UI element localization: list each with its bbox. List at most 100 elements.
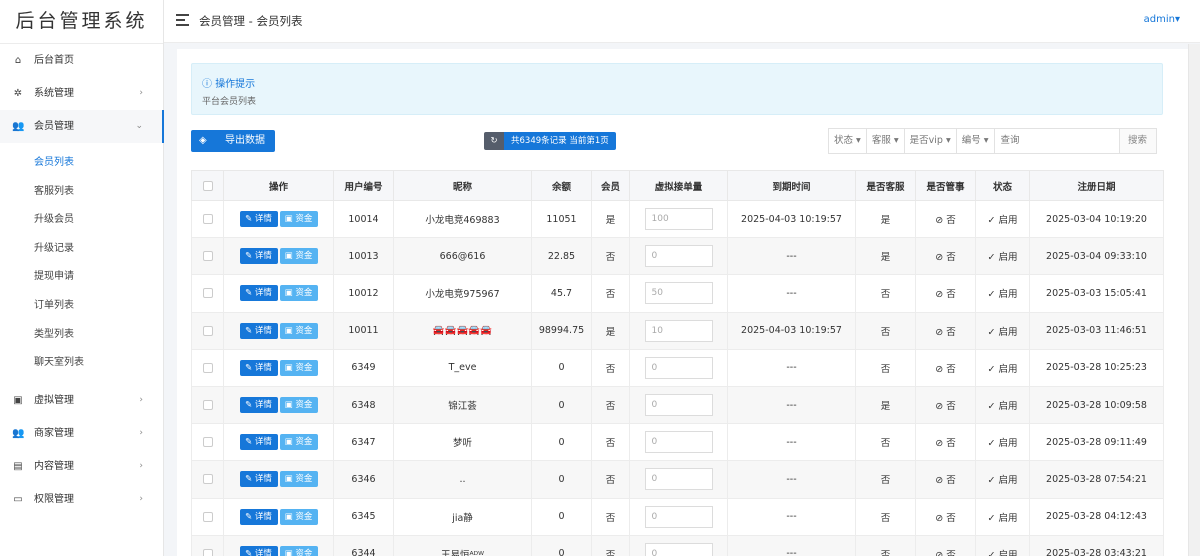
- service-flag[interactable]: 是: [855, 199, 916, 239]
- manager-toggle[interactable]: ⊘ 否: [915, 274, 976, 313]
- fund-button[interactable]: ▣ 资金: [279, 211, 318, 228]
- balance-link[interactable]: 22.85: [531, 237, 592, 276]
- fund-button[interactable]: ▣ 资金: [279, 248, 318, 265]
- sidebar-item-home[interactable]: ⌂ 后台首页: [0, 44, 163, 77]
- status-toggle[interactable]: ✓ 启用: [975, 274, 1030, 313]
- virtual-orders-input[interactable]: 0: [644, 505, 713, 528]
- detail-button[interactable]: ✎ 详情: [239, 322, 278, 339]
- menu-toggle-icon[interactable]: [176, 14, 189, 29]
- virtual-orders-input[interactable]: 0: [644, 394, 713, 417]
- row-checkbox[interactable]: [202, 288, 213, 299]
- fund-button[interactable]: ▣ 资金: [279, 508, 318, 525]
- row-checkbox[interactable]: [202, 214, 213, 225]
- service-filter[interactable]: 客服 ▾: [867, 129, 905, 153]
- fund-button[interactable]: ▣ 资金: [279, 545, 318, 556]
- manager-toggle[interactable]: ⊘ 否: [915, 199, 976, 239]
- detail-button[interactable]: ✎ 详情: [239, 359, 278, 376]
- virtual-orders-input[interactable]: 10: [644, 319, 713, 342]
- fund-button[interactable]: ▣ 资金: [279, 359, 318, 376]
- export-button[interactable]: ◈ 导出数据: [191, 130, 275, 152]
- status-toggle[interactable]: ✓ 启用: [975, 497, 1030, 536]
- fund-button[interactable]: ▣ 资金: [279, 397, 318, 414]
- balance-link[interactable]: 0: [531, 423, 592, 462]
- virtual-orders-input[interactable]: 0: [644, 468, 713, 491]
- status-toggle[interactable]: ✓ 启用: [975, 348, 1030, 387]
- service-flag[interactable]: 否: [855, 311, 916, 350]
- detail-button[interactable]: ✎ 详情: [239, 248, 278, 265]
- service-flag[interactable]: 否: [855, 274, 916, 313]
- sidebar-subitem-service-list[interactable]: 客服列表: [0, 178, 163, 207]
- fund-button[interactable]: ▣ 资金: [279, 434, 318, 451]
- sidebar-subitem-member-list[interactable]: 会员列表: [0, 149, 163, 178]
- balance-link[interactable]: 0: [531, 348, 592, 387]
- sidebar-item-system[interactable]: ✲ 系统管理 ›: [0, 77, 163, 110]
- fund-button[interactable]: ▣ 资金: [279, 285, 318, 302]
- sidebar-subitem-upgrade-record[interactable]: 升级记录: [0, 235, 163, 264]
- search-button[interactable]: 搜索: [1119, 129, 1156, 153]
- status-toggle[interactable]: ✓ 启用: [975, 311, 1030, 350]
- virtual-orders-input[interactable]: 50: [644, 282, 713, 305]
- row-checkbox[interactable]: [202, 548, 213, 556]
- manager-toggle[interactable]: ⊘ 否: [915, 460, 976, 499]
- detail-button[interactable]: ✎ 详情: [239, 434, 278, 451]
- sidebar-item-members[interactable]: 👥 会员管理 ⌄: [0, 110, 164, 143]
- row-checkbox[interactable]: [202, 251, 213, 262]
- number-filter[interactable]: 编号 ▾: [957, 129, 995, 153]
- detail-button[interactable]: ✎ 详情: [239, 545, 278, 556]
- row-checkbox[interactable]: [202, 511, 213, 522]
- virtual-orders-input[interactable]: 0: [644, 542, 713, 556]
- virtual-orders-input[interactable]: 0: [644, 356, 713, 379]
- service-flag[interactable]: 否: [855, 423, 916, 462]
- status-filter[interactable]: 状态 ▾: [829, 129, 867, 153]
- status-toggle[interactable]: ✓ 启用: [975, 534, 1030, 556]
- balance-link[interactable]: 0: [531, 385, 592, 425]
- page-scrollbar[interactable]: [1188, 44, 1200, 556]
- detail-button[interactable]: ✎ 详情: [239, 508, 278, 525]
- service-flag[interactable]: 否: [855, 534, 916, 556]
- status-toggle[interactable]: ✓ 启用: [975, 423, 1030, 462]
- sidebar-subitem-withdraw[interactable]: 提现申请: [0, 263, 163, 292]
- manager-toggle[interactable]: ⊘ 否: [915, 237, 976, 276]
- sidebar-subitem-types[interactable]: 类型列表: [0, 321, 163, 350]
- select-all-checkbox[interactable]: [202, 180, 213, 191]
- row-checkbox[interactable]: [202, 362, 213, 373]
- service-flag[interactable]: 是: [855, 385, 916, 425]
- service-flag[interactable]: 否: [855, 460, 916, 499]
- virtual-orders-input[interactable]: 100: [644, 208, 713, 231]
- status-toggle[interactable]: ✓ 启用: [975, 237, 1030, 276]
- detail-button[interactable]: ✎ 详情: [239, 285, 278, 302]
- sidebar-subitem-chatrooms[interactable]: 聊天室列表: [0, 349, 163, 378]
- row-checkbox[interactable]: [202, 325, 213, 336]
- balance-link[interactable]: 45.7: [531, 274, 592, 313]
- virtual-orders-input[interactable]: 0: [644, 245, 713, 268]
- balance-link[interactable]: 0: [531, 534, 592, 556]
- detail-button[interactable]: ✎ 详情: [239, 397, 278, 414]
- virtual-orders-input[interactable]: 0: [644, 431, 713, 454]
- sidebar-item-merchants[interactable]: 👥 商家管理 ›: [0, 417, 163, 450]
- manager-toggle[interactable]: ⊘ 否: [915, 311, 976, 350]
- user-menu[interactable]: admin▾: [1144, 14, 1180, 25]
- detail-button[interactable]: ✎ 详情: [239, 471, 278, 488]
- balance-link[interactable]: 0: [531, 460, 592, 499]
- manager-toggle[interactable]: ⊘ 否: [915, 423, 976, 462]
- sidebar-subitem-orders[interactable]: 订单列表: [0, 292, 163, 321]
- manager-toggle[interactable]: ⊘ 否: [915, 385, 976, 425]
- row-checkbox[interactable]: [202, 474, 213, 485]
- service-flag[interactable]: 是: [855, 237, 916, 276]
- manager-toggle[interactable]: ⊘ 否: [915, 534, 976, 556]
- manager-toggle[interactable]: ⊘ 否: [915, 497, 976, 536]
- fund-button[interactable]: ▣ 资金: [279, 322, 318, 339]
- service-flag[interactable]: 否: [855, 348, 916, 387]
- sidebar-subitem-upgrade-member[interactable]: 升级会员: [0, 206, 163, 235]
- balance-link[interactable]: 0: [531, 497, 592, 536]
- manager-toggle[interactable]: ⊘ 否: [915, 348, 976, 387]
- sidebar-item-content[interactable]: ▤ 内容管理 ›: [0, 450, 163, 483]
- vip-filter[interactable]: 是否vip ▾: [905, 129, 957, 153]
- row-checkbox[interactable]: [202, 437, 213, 448]
- status-toggle[interactable]: ✓ 启用: [975, 385, 1030, 425]
- detail-button[interactable]: ✎ 详情: [239, 211, 278, 228]
- status-toggle[interactable]: ✓ 启用: [975, 199, 1030, 239]
- service-flag[interactable]: 否: [855, 497, 916, 536]
- fund-button[interactable]: ▣ 资金: [279, 471, 318, 488]
- row-checkbox[interactable]: [202, 400, 213, 411]
